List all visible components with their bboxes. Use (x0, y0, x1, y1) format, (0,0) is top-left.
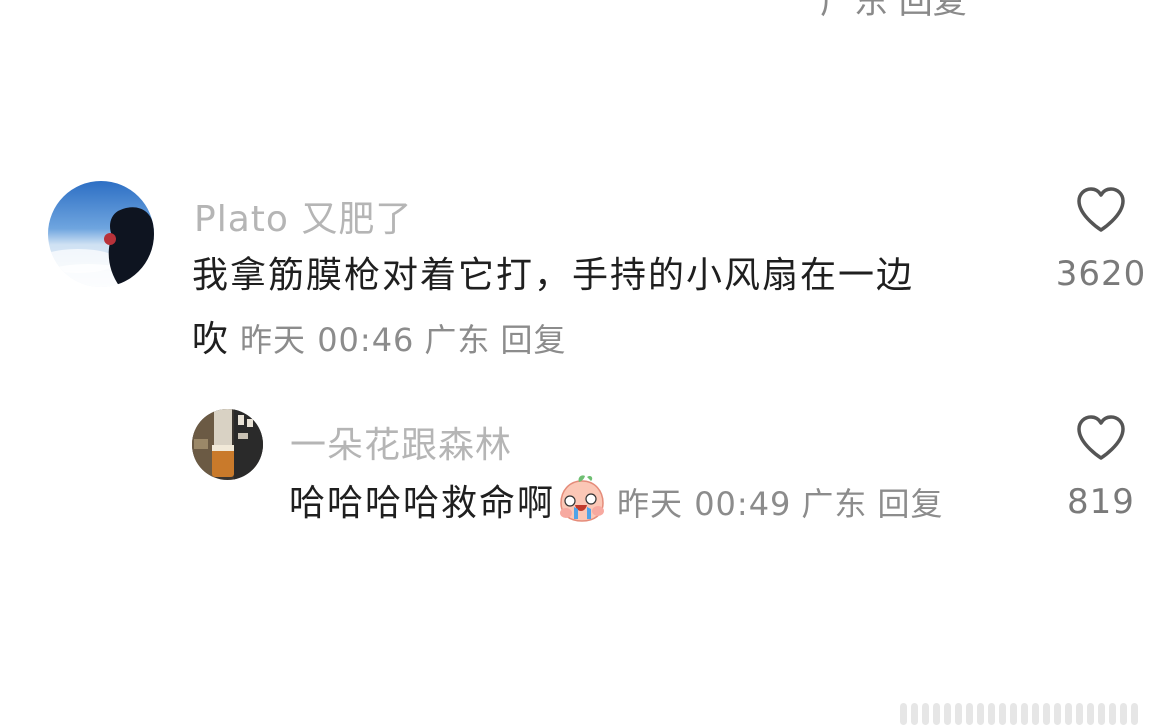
previous-comment-meta: 广东 回复 (820, 0, 967, 23)
comment-time: 昨天 00:49 (617, 485, 792, 523)
comment-username[interactable]: 一朵花跟森林 (290, 416, 512, 468)
like-count: 3620 (1055, 254, 1147, 294)
heart-icon (1077, 415, 1125, 460)
comment-content: 哈哈哈哈救命啊 昨天 00:49 广东 回复 (289, 472, 1009, 544)
avatar-image (192, 409, 263, 480)
like-button[interactable]: 819 (1051, 414, 1151, 522)
heart-icon (1077, 187, 1125, 232)
comment-meta: 昨天 00:49 广东 回复 (607, 485, 943, 523)
reply-button[interactable]: 回复 (500, 321, 566, 359)
like-count: 819 (1067, 482, 1135, 522)
comment-text-line2-row: 吹昨天 00:46 广东 回复 (192, 308, 1012, 372)
emoji-icon (560, 475, 605, 522)
avatar-image (48, 181, 154, 287)
comment-username[interactable]: Plato 又肥了 (194, 190, 412, 242)
watermark (900, 703, 1138, 725)
previous-comment-meta-text: 广东 回复 (820, 0, 967, 22)
crying-peach-emoji (557, 473, 607, 544)
comment-text-line2: 吹 (192, 319, 231, 360)
comment-location: 广东 (801, 485, 868, 523)
avatar[interactable] (48, 181, 154, 287)
comment-text-line1: 我拿筋膜枪对着它打，手持的小风扇在一边 (192, 255, 915, 296)
comment-text: 哈哈哈哈救命啊 (289, 483, 556, 524)
comment-location: 广东 (424, 321, 491, 359)
like-button[interactable]: 3620 (1051, 186, 1151, 294)
comment-content: 我拿筋膜枪对着它打，手持的小风扇在一边 吹昨天 00:46 广东 回复 (192, 244, 1012, 372)
reply-button[interactable]: 回复 (877, 485, 943, 523)
comment-time: 昨天 00:46 (240, 321, 415, 359)
comment-meta: 昨天 00:46 广东 回复 (230, 321, 566, 359)
avatar[interactable] (192, 409, 263, 480)
